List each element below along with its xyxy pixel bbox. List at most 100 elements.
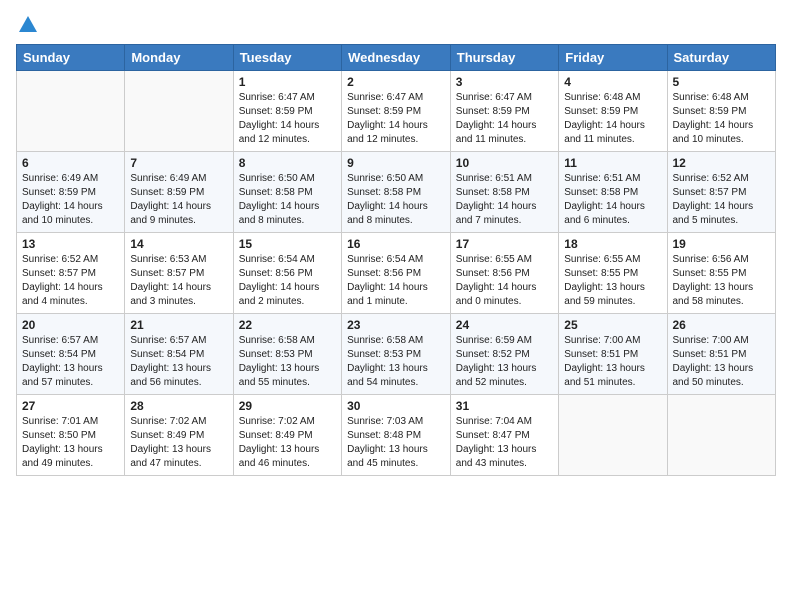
calendar-cell: 25 Sunrise: 7:00 AM Sunset: 8:51 PM Dayli… — [559, 314, 667, 395]
day-number: 27 — [22, 399, 119, 413]
day-info: Sunrise: 6:50 AM Sunset: 8:58 PM Dayligh… — [347, 172, 445, 228]
day-info: Sunrise: 6:51 AM Sunset: 8:58 PM Dayligh… — [456, 172, 553, 228]
day-info: Sunrise: 6:59 AM Sunset: 8:52 PM Dayligh… — [456, 334, 553, 390]
day-info: Sunrise: 6:58 AM Sunset: 8:53 PM Dayligh… — [239, 334, 336, 390]
calendar-week-row: 6Sunrise: 6:49 AM Sunset: 8:59 PM Daylig… — [17, 152, 776, 233]
calendar-cell: 1Sunrise: 6:47 AM Sunset: 8:59 PM Daylig… — [233, 71, 341, 152]
calendar-cell: 18Sunrise: 6:55 AM Sunset: 8:55 PM Dayli… — [559, 233, 667, 314]
calendar-cell: 8 Sunrise: 6:50 AM Sunset: 8:58 PM Daylig… — [233, 152, 341, 233]
calendar-cell: 4 Sunrise: 6:48 AM Sunset: 8:59 PM Daylig… — [559, 71, 667, 152]
calendar-week-row: 13Sunrise: 6:52 AM Sunset: 8:57 PM Dayli… — [17, 233, 776, 314]
day-info: Sunrise: 6:48 AM Sunset: 8:59 PM Dayligh… — [673, 91, 771, 147]
day-number: 28 — [130, 399, 227, 413]
calendar-header-row: SundayMondayTuesdayWednesdayThursdayFrid… — [17, 45, 776, 71]
calendar-cell — [559, 395, 667, 476]
weekday-header: Sunday — [17, 45, 125, 71]
weekday-header: Tuesday — [233, 45, 341, 71]
day-info: Sunrise: 6:48 AM Sunset: 8:59 PM Dayligh… — [564, 91, 661, 147]
day-info: Sunrise: 7:00 AM Sunset: 8:51 PM Dayligh… — [564, 334, 661, 390]
day-info: Sunrise: 7:01 AM Sunset: 8:50 PM Dayligh… — [22, 415, 119, 471]
calendar-cell: 7 Sunrise: 6:49 AM Sunset: 8:59 PM Daylig… — [125, 152, 233, 233]
day-number: 10 — [456, 156, 553, 170]
day-number: 30 — [347, 399, 445, 413]
day-info: Sunrise: 6:55 AM Sunset: 8:55 PM Dayligh… — [564, 253, 661, 309]
calendar-cell: 19 Sunrise: 6:56 AM Sunset: 8:55 PM Dayli… — [667, 233, 776, 314]
calendar-cell: 14 Sunrise: 6:53 AM Sunset: 8:57 PM Dayli… — [125, 233, 233, 314]
calendar-cell: 5 Sunrise: 6:48 AM Sunset: 8:59 PM Daylig… — [667, 71, 776, 152]
weekday-header: Saturday — [667, 45, 776, 71]
day-info: Sunrise: 7:02 AM Sunset: 8:49 PM Dayligh… — [130, 415, 227, 471]
calendar-cell — [125, 71, 233, 152]
day-info: Sunrise: 7:03 AM Sunset: 8:48 PM Dayligh… — [347, 415, 445, 471]
day-number: 22 — [239, 318, 336, 332]
calendar-cell: 13Sunrise: 6:52 AM Sunset: 8:57 PM Dayli… — [17, 233, 125, 314]
calendar-cell: 10 Sunrise: 6:51 AM Sunset: 8:58 PM Dayli… — [450, 152, 558, 233]
day-info: Sunrise: 6:49 AM Sunset: 8:59 PM Dayligh… — [130, 172, 227, 228]
day-info: Sunrise: 6:54 AM Sunset: 8:56 PM Dayligh… — [347, 253, 445, 309]
calendar-cell: 30 Sunrise: 7:03 AM Sunset: 8:48 PM Dayli… — [342, 395, 451, 476]
calendar-cell: 17Sunrise: 6:55 AM Sunset: 8:56 PM Dayli… — [450, 233, 558, 314]
calendar-cell: 23Sunrise: 6:58 AM Sunset: 8:53 PM Dayli… — [342, 314, 451, 395]
day-number: 24 — [456, 318, 553, 332]
calendar-cell: 12 Sunrise: 6:52 AM Sunset: 8:57 PM Dayli… — [667, 152, 776, 233]
weekday-header: Monday — [125, 45, 233, 71]
calendar-week-row: 1Sunrise: 6:47 AM Sunset: 8:59 PM Daylig… — [17, 71, 776, 152]
day-info: Sunrise: 6:47 AM Sunset: 8:59 PM Dayligh… — [347, 91, 445, 147]
calendar-cell: 6Sunrise: 6:49 AM Sunset: 8:59 PM Daylig… — [17, 152, 125, 233]
calendar-cell: 3 Sunrise: 6:47 AM Sunset: 8:59 PM Daylig… — [450, 71, 558, 152]
day-info: Sunrise: 7:04 AM Sunset: 8:47 PM Dayligh… — [456, 415, 553, 471]
day-number: 21 — [130, 318, 227, 332]
calendar-cell: 9 Sunrise: 6:50 AM Sunset: 8:58 PM Daylig… — [342, 152, 451, 233]
day-info: Sunrise: 6:47 AM Sunset: 8:59 PM Dayligh… — [456, 91, 553, 147]
day-number: 4 — [564, 75, 661, 89]
day-number: 15 — [239, 237, 336, 251]
calendar-cell: 20 Sunrise: 6:57 AM Sunset: 8:54 PM Dayli… — [17, 314, 125, 395]
logo-triangle-icon — [19, 16, 37, 32]
weekday-header: Wednesday — [342, 45, 451, 71]
calendar-cell: 27 Sunrise: 7:01 AM Sunset: 8:50 PM Dayli… — [17, 395, 125, 476]
day-number: 14 — [130, 237, 227, 251]
calendar-cell: 26 Sunrise: 7:00 AM Sunset: 8:51 PM Dayli… — [667, 314, 776, 395]
day-info: Sunrise: 6:56 AM Sunset: 8:55 PM Dayligh… — [673, 253, 771, 309]
logo — [16, 16, 37, 34]
calendar-cell — [17, 71, 125, 152]
day-number: 8 — [239, 156, 336, 170]
day-number: 31 — [456, 399, 553, 413]
day-info: Sunrise: 6:52 AM Sunset: 8:57 PM Dayligh… — [673, 172, 771, 228]
day-number: 5 — [673, 75, 771, 89]
day-number: 11 — [564, 156, 661, 170]
weekday-header: Friday — [559, 45, 667, 71]
day-info: Sunrise: 6:51 AM Sunset: 8:58 PM Dayligh… — [564, 172, 661, 228]
day-number: 9 — [347, 156, 445, 170]
day-info: Sunrise: 6:53 AM Sunset: 8:57 PM Dayligh… — [130, 253, 227, 309]
calendar-cell: 15 Sunrise: 6:54 AM Sunset: 8:56 PM Dayli… — [233, 233, 341, 314]
calendar-cell: 24 Sunrise: 6:59 AM Sunset: 8:52 PM Dayli… — [450, 314, 558, 395]
day-info: Sunrise: 6:58 AM Sunset: 8:53 PM Dayligh… — [347, 334, 445, 390]
weekday-header: Thursday — [450, 45, 558, 71]
day-number: 3 — [456, 75, 553, 89]
day-info: Sunrise: 6:47 AM Sunset: 8:59 PM Dayligh… — [239, 91, 336, 147]
calendar-week-row: 27 Sunrise: 7:01 AM Sunset: 8:50 PM Dayli… — [17, 395, 776, 476]
page-header — [16, 16, 776, 34]
calendar-cell: 21 Sunrise: 6:57 AM Sunset: 8:54 PM Dayli… — [125, 314, 233, 395]
day-info: Sunrise: 6:54 AM Sunset: 8:56 PM Dayligh… — [239, 253, 336, 309]
day-number: 7 — [130, 156, 227, 170]
day-number: 13 — [22, 237, 119, 251]
calendar-table: SundayMondayTuesdayWednesdayThursdayFrid… — [16, 44, 776, 476]
day-info: Sunrise: 7:00 AM Sunset: 8:51 PM Dayligh… — [673, 334, 771, 390]
calendar-cell: 29Sunrise: 7:02 AM Sunset: 8:49 PM Dayli… — [233, 395, 341, 476]
day-number: 29 — [239, 399, 336, 413]
calendar-week-row: 20 Sunrise: 6:57 AM Sunset: 8:54 PM Dayli… — [17, 314, 776, 395]
calendar-cell: 22 Sunrise: 6:58 AM Sunset: 8:53 PM Dayli… — [233, 314, 341, 395]
day-info: Sunrise: 6:57 AM Sunset: 8:54 PM Dayligh… — [22, 334, 119, 390]
day-number: 12 — [673, 156, 771, 170]
calendar-cell: 28 Sunrise: 7:02 AM Sunset: 8:49 PM Dayli… — [125, 395, 233, 476]
day-number: 20 — [22, 318, 119, 332]
calendar-cell — [667, 395, 776, 476]
day-number: 26 — [673, 318, 771, 332]
day-info: Sunrise: 6:50 AM Sunset: 8:58 PM Dayligh… — [239, 172, 336, 228]
day-number: 25 — [564, 318, 661, 332]
day-number: 19 — [673, 237, 771, 251]
day-info: Sunrise: 6:57 AM Sunset: 8:54 PM Dayligh… — [130, 334, 227, 390]
calendar-cell: 16Sunrise: 6:54 AM Sunset: 8:56 PM Dayli… — [342, 233, 451, 314]
